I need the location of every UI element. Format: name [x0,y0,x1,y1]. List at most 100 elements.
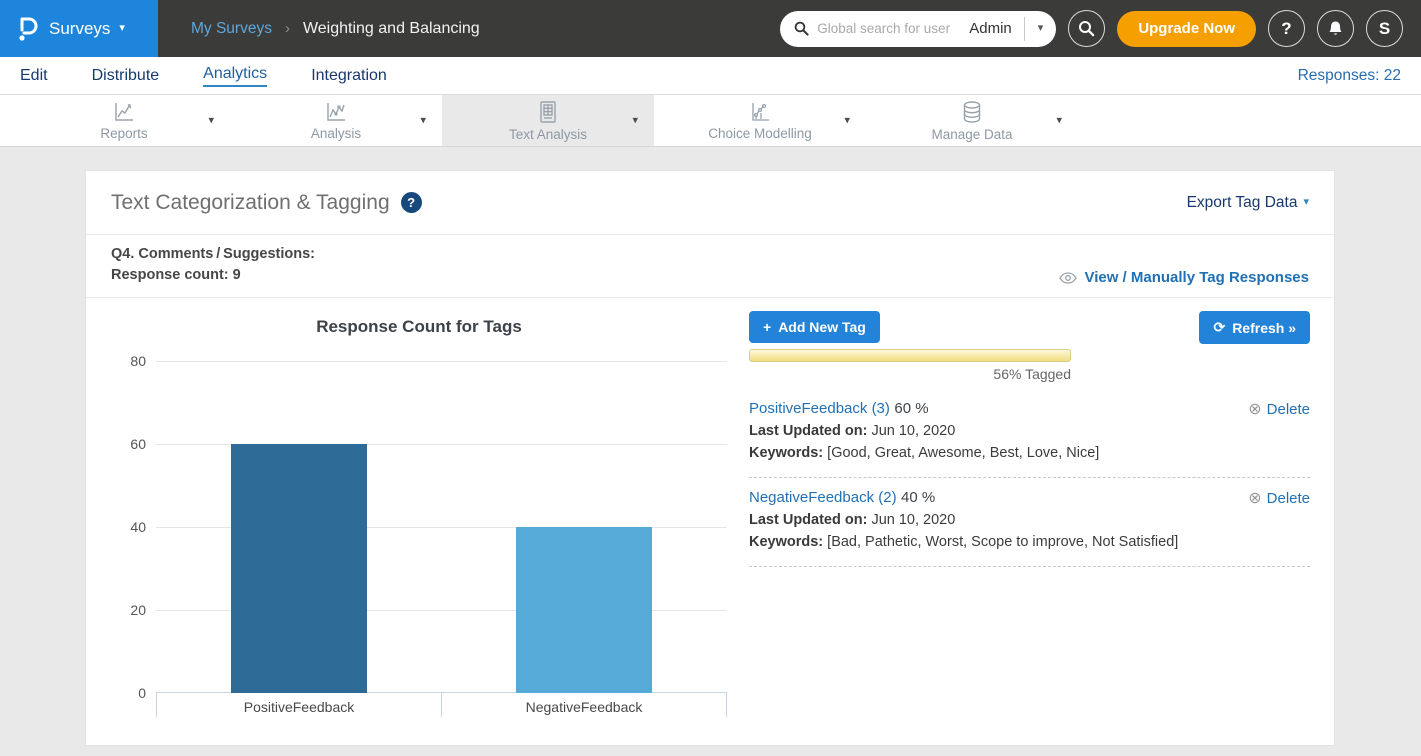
delete-tag-button[interactable]: ⊗ Delete [1248,488,1310,510]
line-chart-icon [324,101,348,123]
tab-text-analysis[interactable]: Text Analysis ▾ [442,95,654,146]
scatter-chart-icon [748,101,772,123]
y-tick-label: 0 [138,685,146,701]
view-manually-tag-link[interactable]: View / Manually Tag Responses [1059,269,1309,286]
response-count-label: Response count: 9 [111,265,315,286]
bar-cell [442,361,728,693]
add-new-tag-button[interactable]: + Add New Tag [749,311,880,343]
question-label: Q4. Comments / Suggestions: [111,244,315,265]
y-tick-label: 40 [130,519,146,535]
refresh-label: Refresh » [1232,320,1296,336]
tag-entries: PositiveFeedback (3) 60 % Last Updated o… [749,389,1310,567]
nav-item-analytics[interactable]: Analytics [203,65,267,87]
search-icon [794,21,809,36]
bar-cell [156,361,442,693]
content-row: Response Count for Tags 80 60 40 20 0 Positi… [86,298,1334,717]
tab-reports[interactable]: Reports ▾ [18,95,230,146]
tag-entry-positive-feedback: PositiveFeedback (3) 60 % Last Updated o… [749,389,1310,478]
questionpro-logo-icon [14,14,40,44]
tagged-progress: 56% Tagged [749,349,1071,382]
breadcrumb-my-surveys[interactable]: My Surveys [191,20,272,38]
tag-percent: 40 % [901,489,935,506]
plus-icon: + [763,319,771,335]
nav-item-integration[interactable]: Integration [311,67,387,85]
text-categorization-card: Text Categorization & Tagging ? Export T… [85,170,1335,746]
chart-section: Response Count for Tags 80 60 40 20 0 Positi… [111,311,727,717]
add-new-tag-label: Add New Tag [778,319,866,335]
export-tag-data-dropdown[interactable]: Export Tag Data ▾ [1187,194,1309,212]
card-title-row: Text Categorization & Tagging ? Export T… [86,171,1334,235]
tag-name-link[interactable]: PositiveFeedback (3) [749,400,890,417]
product-menu[interactable]: Surveys ▾ [0,0,158,57]
chevron-down-icon: ▾ [119,23,125,34]
tagged-percent-label: 56% Tagged [749,366,1071,382]
chevron-down-icon[interactable]: ▾ [1056,113,1062,126]
chevron-down-icon[interactable]: ▾ [208,113,214,126]
delete-label: Delete [1267,488,1310,510]
tag-entry-negative-feedback: NegativeFeedback (2) 40 % Last Updated o… [749,478,1310,567]
responses-count: Responses: 22 [1298,67,1421,85]
tab-analysis[interactable]: Analysis ▾ [230,95,442,146]
keywords-value: [Good, Great, Awesome, Best, Love, Nice] [827,445,1099,461]
panel-actions: + Add New Tag ⟳ Refresh » [749,311,1310,344]
search-scope-label[interactable]: Admin [963,20,1024,37]
delete-tag-button[interactable]: ⊗ Delete [1248,399,1310,421]
delete-label: Delete [1267,399,1310,421]
keywords-value: [Bad, Pathetic, Worst, Scope to improve,… [827,534,1178,550]
tab-label: Reports [100,126,147,141]
upgrade-now-button[interactable]: Upgrade Now [1117,11,1256,47]
chart-plot [156,361,727,693]
search-button[interactable] [1068,10,1105,47]
question-row: Q4. Comments / Suggestions: Response cou… [86,235,1334,298]
notifications-button[interactable] [1317,10,1354,47]
bell-icon [1327,20,1344,38]
nav-item-edit[interactable]: Edit [20,67,48,85]
circled-x-icon: ⊗ [1248,399,1261,421]
breadcrumb-current-survey: Weighting and Balancing [303,20,480,38]
bar-NegativeFeedback[interactable] [516,527,652,693]
x-category-label: NegativeFeedback [442,693,727,717]
chart-title: Response Count for Tags [111,317,727,337]
help-icon[interactable]: ? [401,192,422,213]
tab-manage-data[interactable]: Manage Data ▾ [866,95,1078,146]
chevron-down-icon[interactable]: ▾ [420,113,426,126]
breadcrumb-separator: › [285,20,290,37]
chevron-down-icon[interactable]: ▾ [632,113,638,126]
x-category-label: PositiveFeedback [157,693,442,717]
line-chart-icon [112,101,136,123]
database-icon [960,100,984,124]
help-button[interactable]: ? [1268,10,1305,47]
refresh-icon: ⟳ [1213,319,1225,336]
refresh-button[interactable]: ⟳ Refresh » [1199,311,1310,344]
y-tick-label: 60 [130,436,146,452]
search-scope-chevron-down-icon[interactable]: ▾ [1025,23,1057,34]
global-search-input[interactable] [817,21,963,36]
tab-choice-modelling[interactable]: Choice Modelling ▾ [654,95,866,146]
tab-label: Analysis [311,126,361,141]
breadcrumb: My Surveys › Weighting and Balancing [191,20,480,38]
last-updated-value: Jun 10, 2020 [871,512,955,528]
product-label: Surveys [49,19,110,39]
last-updated-value: Jun 10, 2020 [871,423,955,439]
survey-nav: Edit Distribute Analytics Integration Re… [0,57,1421,95]
export-tag-data-label: Export Tag Data [1187,194,1298,212]
user-avatar[interactable]: S [1366,10,1403,47]
tags-panel: + Add New Tag ⟳ Refresh » 56% Tagged Pos… [727,311,1310,717]
chevron-down-icon[interactable]: ▾ [844,113,850,126]
tag-name-link[interactable]: NegativeFeedback (2) [749,489,897,506]
view-manually-tag-label: View / Manually Tag Responses [1084,269,1309,286]
eye-icon [1059,272,1077,284]
nav-item-distribute[interactable]: Distribute [92,67,160,85]
tab-label: Manage Data [931,127,1012,142]
keywords-label: Keywords: [749,534,823,550]
y-tick-label: 20 [130,602,146,618]
top-header: Surveys ▾ My Surveys › Weighting and Bal… [0,0,1421,57]
y-tick-label: 80 [130,353,146,369]
search-icon [1078,20,1095,37]
analytics-tab-bar: Reports ▾ Analysis ▾ Text Analysis ▾ Cho… [0,95,1421,147]
last-updated-label: Last Updated on: [749,512,867,528]
chevron-down-icon: ▾ [1303,197,1309,208]
tag-percent: 60 % [894,400,928,417]
bar-PositiveFeedback[interactable] [231,444,367,693]
chart-y-axis: 806040200 [111,361,156,693]
